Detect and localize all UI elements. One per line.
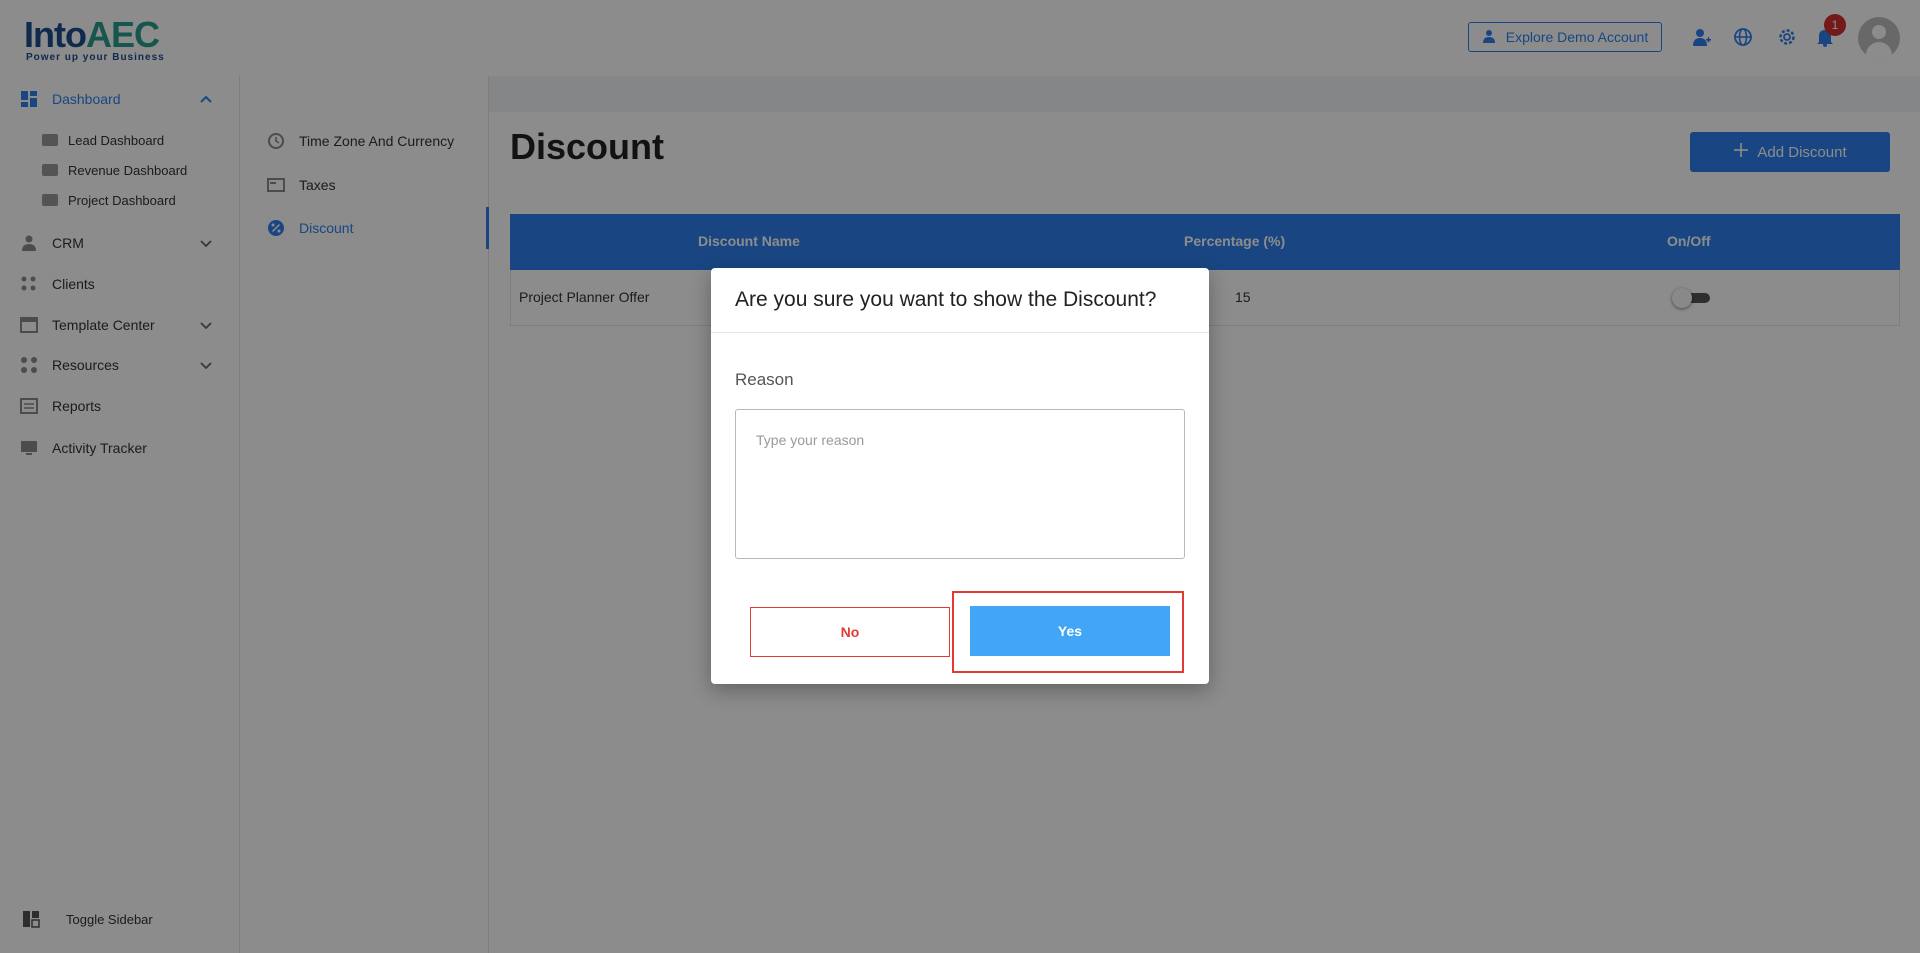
yes-button[interactable]: Yes [970,606,1170,656]
no-button[interactable]: No [750,607,950,657]
reason-label: Reason [735,370,794,389]
dialog-title: Are you sure you want to show the Discou… [735,288,1157,311]
confirm-dialog: Are you sure you want to show the Discou… [711,268,1209,684]
dialog-divider [711,332,1209,333]
reason-input[interactable] [735,409,1185,559]
